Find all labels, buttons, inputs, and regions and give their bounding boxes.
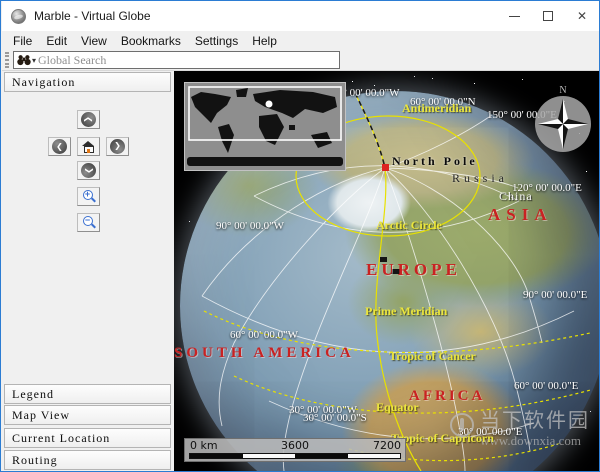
- menu-item-bookmarks[interactable]: Bookmarks: [114, 32, 188, 50]
- map-label: 60° 00' 00.0"W: [230, 330, 298, 341]
- marble-app-icon: [11, 9, 26, 24]
- menu-item-file[interactable]: File: [6, 32, 39, 50]
- map-label: 90° 00' 00.0"E: [523, 290, 587, 301]
- menu-item-view[interactable]: View: [74, 32, 114, 50]
- chevron-left-icon: ❮: [52, 139, 67, 154]
- chevron-up-icon: ❮: [81, 112, 96, 127]
- watermark: 当下软件园 www.downxia.com: [450, 409, 590, 449]
- home-icon: [82, 141, 95, 153]
- map-label: Equator: [376, 401, 419, 413]
- search-toolbar: ▾: [2, 50, 599, 71]
- maximize-icon: [543, 11, 553, 21]
- pan-up-button[interactable]: ❮: [77, 110, 100, 129]
- map-label: North Pole: [392, 155, 478, 167]
- pan-right-button[interactable]: ❮: [106, 137, 129, 156]
- watermark-site-url: www.downxia.com: [480, 433, 590, 449]
- map-label: SOUTH AMERICA: [174, 346, 355, 361]
- pan-left-button[interactable]: ❮: [48, 137, 71, 156]
- panel-header-current-location[interactable]: Current Location: [4, 428, 171, 448]
- app-window: Marble - Virtual Globe ✕ FileEditViewBoo…: [0, 0, 600, 472]
- search-box: ▾: [13, 51, 340, 69]
- north-pole-marker[interactable]: [382, 164, 389, 171]
- close-icon: ✕: [577, 10, 587, 22]
- map-label: 90° 00' 00.0"W: [216, 221, 284, 232]
- map-label: Antimeridian: [402, 102, 471, 114]
- scale-end-label: 7200: [373, 439, 401, 452]
- map-label: 0° 00' 00.0"W: [337, 88, 400, 99]
- menu-item-settings[interactable]: Settings: [188, 32, 245, 50]
- watermark-site-name: 当下软件园: [480, 409, 590, 433]
- toolbar-drag-handle-icon[interactable]: [5, 52, 9, 68]
- map-label: Tropic of Cancer: [389, 350, 476, 362]
- map-label: AFRICA: [409, 389, 485, 404]
- panel-header-navigation[interactable]: Navigation: [4, 72, 171, 92]
- map-label: 30° 00' 00.0"S: [303, 413, 367, 424]
- scale-bar: 0 km 3600 7200: [184, 438, 406, 462]
- map-label: 60° 00' 00.0"E: [514, 381, 578, 392]
- zoom-in-icon: +: [82, 190, 96, 204]
- maximize-button[interactable]: [531, 1, 565, 31]
- minimize-button[interactable]: [497, 1, 531, 31]
- close-button[interactable]: ✕: [565, 1, 599, 31]
- panel-header-routing[interactable]: Routing: [4, 450, 171, 470]
- panel-header-legend[interactable]: Legend: [4, 384, 171, 404]
- zoom-out-icon: −: [82, 216, 96, 230]
- globe-map-canvas[interactable]: 0° 00' 00.0"W60° 00' 00.0"NAntimeridian1…: [174, 71, 600, 472]
- window-title: Marble - Virtual Globe: [34, 9, 151, 23]
- overview-map[interactable]: [184, 82, 346, 171]
- search-input[interactable]: [38, 53, 339, 67]
- map-label: ASIA: [488, 206, 553, 223]
- title-bar: Marble - Virtual Globe ✕: [2, 1, 599, 31]
- overview-position-dot: [266, 101, 273, 108]
- home-button[interactable]: [77, 137, 100, 156]
- menu-item-edit[interactable]: Edit: [39, 32, 74, 50]
- overview-world-map: [185, 83, 345, 170]
- map-label: EUROPE: [366, 261, 461, 278]
- compass-star-icon: [535, 96, 591, 152]
- compass-rose[interactable]: N: [533, 85, 593, 157]
- menu-item-help[interactable]: Help: [245, 32, 284, 50]
- map-label: China: [499, 190, 533, 202]
- binoculars-search-icon[interactable]: [17, 54, 31, 66]
- scale-bar-segments: [189, 453, 401, 459]
- zoom-out-button[interactable]: −: [77, 213, 100, 232]
- panel-header-map-view[interactable]: Map View: [4, 405, 171, 425]
- watermark-logo-icon: [450, 413, 474, 437]
- zoom-in-button[interactable]: +: [77, 187, 100, 206]
- pan-down-button[interactable]: ❮: [77, 161, 100, 180]
- map-label: Prime Meridian: [365, 305, 447, 317]
- map-label: Arctic Circle: [376, 219, 442, 231]
- scale-start-label: 0 km: [190, 439, 218, 452]
- scale-mid-label: 3600: [281, 439, 309, 452]
- antimeridian-dashed-line: [355, 93, 385, 168]
- minimize-icon: [509, 16, 520, 17]
- sidebar: Navigation ❮ ❮ ❮ ❮ + − Legend Map View C…: [2, 71, 174, 472]
- map-label: Russia: [452, 172, 508, 184]
- compass-north-label: N: [533, 85, 593, 96]
- chevron-down-icon: ❮: [81, 163, 96, 178]
- menu-bar: FileEditViewBookmarksSettingsHelp: [2, 31, 599, 50]
- chevron-right-icon: ❮: [110, 139, 125, 154]
- search-dropdown-icon[interactable]: ▾: [32, 56, 36, 65]
